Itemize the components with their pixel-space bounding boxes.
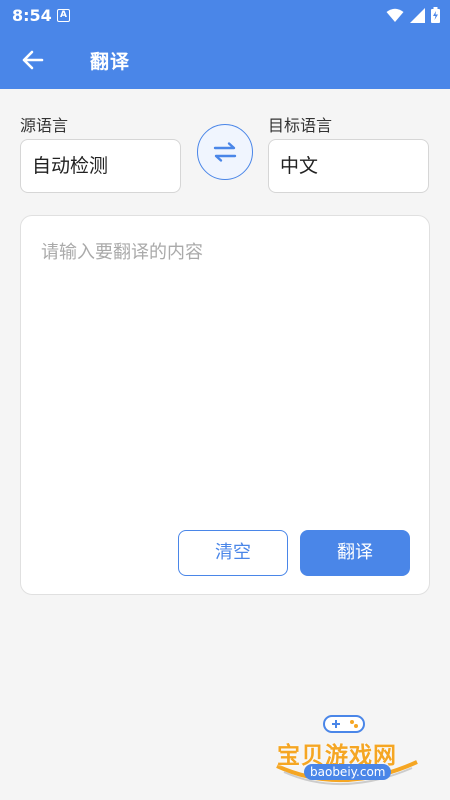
page-title: 翻译	[90, 51, 131, 73]
a-icon: A	[57, 9, 70, 22]
translate-button[interactable]: 翻译	[300, 530, 410, 576]
source-language-select[interactable]: 自动检测	[20, 139, 181, 193]
input-card: 清空 翻译	[20, 215, 430, 595]
wifi-icon	[386, 8, 404, 22]
watermark-url: baobeiy.com	[304, 764, 392, 780]
back-button[interactable]	[18, 45, 50, 75]
translate-input[interactable]	[41, 238, 411, 518]
status-time: 8:54	[12, 6, 52, 25]
signal-icon	[410, 7, 425, 23]
battery-icon	[431, 7, 440, 23]
gamepad-icon	[323, 715, 365, 733]
status-bar: 8:54 A	[0, 0, 450, 31]
status-icons	[386, 7, 440, 23]
swap-languages-button[interactable]	[197, 124, 253, 180]
source-language-label: 源语言	[20, 116, 69, 135]
arrow-left-icon	[22, 50, 44, 70]
clear-button[interactable]: 清空	[178, 530, 288, 576]
app-bar: 翻译	[0, 31, 450, 89]
target-language-label: 目标语言	[268, 116, 333, 135]
swap-arrows-icon	[213, 142, 237, 162]
watermark: 宝贝游戏网 baobeiy.com	[272, 712, 422, 792]
target-language-select[interactable]: 中文	[268, 139, 429, 193]
